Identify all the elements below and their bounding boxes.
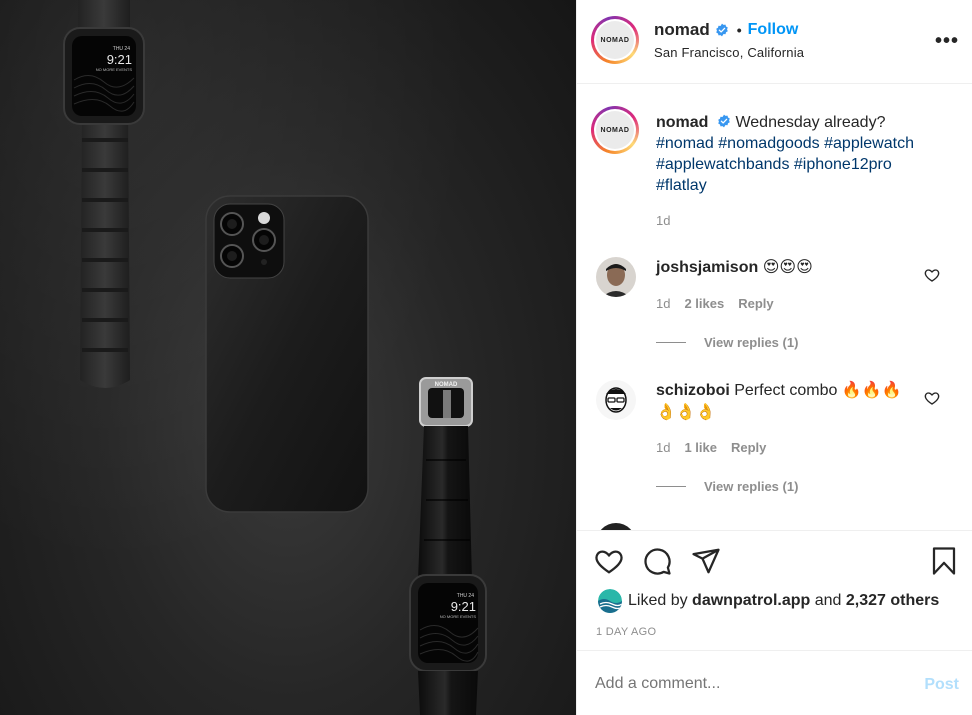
view-replies-label: View replies (1) (704, 479, 799, 494)
bookmark-icon[interactable] (929, 546, 959, 576)
post-timestamp[interactable]: 1 DAY AGO (596, 626, 656, 638)
liked-by-others[interactable]: 2,327 others (846, 592, 939, 610)
comment-reply-button[interactable]: Reply (731, 440, 766, 455)
caption-text: nomad Wednesday already? #nomad #nomadgo… (656, 112, 956, 196)
author-avatar-logo: NOMAD (596, 21, 634, 59)
caption-hashtags-line2[interactable]: #applewatchbands #iphone12pro (656, 156, 892, 173)
comment-time: 1d (656, 440, 671, 455)
comment-text: schizoboi Perfect combo 🔥🔥🔥 👌👌👌 (656, 380, 918, 424)
view-replies-divider (656, 342, 686, 343)
add-comment-bar: Post (577, 650, 972, 715)
commenter-avatar[interactable] (596, 257, 636, 297)
post-actions: Liked by dawnpatrol.app and 2,327 others… (577, 530, 972, 650)
liked-by-user[interactable]: dawnpatrol.app (692, 592, 810, 610)
liked-by-summary[interactable]: Liked by dawnpatrol.app and 2,327 others (598, 589, 939, 613)
commenter-avatar-partial[interactable] (596, 523, 636, 530)
comment-username[interactable]: joshsjamison (656, 259, 758, 276)
comments-section[interactable]: NOMAD nomad Wednesday already? #nomad #n… (577, 85, 972, 530)
post-detail-panel: NOMAD nomad • Follow San Francisco, Cali… (576, 0, 972, 715)
author-line: nomad • Follow (654, 20, 798, 40)
caption-verified-badge-icon (718, 114, 731, 128)
commenter-avatar[interactable] (596, 380, 636, 420)
caption-hashtags-line1[interactable]: #nomad #nomadgoods #applewatch (656, 135, 914, 152)
comment-text: joshsjamison 😍😍😍 (656, 257, 918, 279)
comment-input[interactable] (595, 675, 895, 693)
comment-like-heart-icon[interactable] (924, 390, 940, 406)
watch-bottom-time: 9:21 (451, 599, 476, 614)
watch-bottom-right: NOMAD THU 24 9:21 NO MORE EVENTS (409, 377, 487, 715)
post-photo-illustration: THU 24 9:21 NO MORE EVENTS NOMAD THU 24 … (63, 0, 487, 715)
comment-like-heart-icon[interactable] (924, 267, 940, 283)
watch-top-time: 9:21 (107, 52, 132, 67)
comment-meta: 1d 2 likes Reply (656, 296, 774, 311)
phone-case (205, 195, 369, 513)
watch-top-left: THU 24 9:21 NO MORE EVENTS (63, 0, 145, 388)
view-replies-button[interactable]: View replies (1) (656, 335, 798, 350)
comment-likes-count[interactable]: 1 like (684, 440, 717, 455)
comment-username[interactable]: schizoboi (656, 382, 730, 399)
caption-username[interactable]: nomad (656, 114, 708, 131)
view-replies-divider (656, 486, 686, 487)
comment-body: 😍😍😍 (762, 259, 813, 276)
author-avatar[interactable]: NOMAD (591, 16, 639, 64)
liker-avatar-logo (598, 589, 622, 613)
follow-button[interactable]: Follow (748, 21, 799, 39)
verified-badge-icon (715, 23, 728, 37)
caption-hashtags-line3[interactable]: #flatlay (656, 177, 707, 194)
share-icon[interactable] (691, 546, 721, 576)
post-header: NOMAD nomad • Follow San Francisco, Cali… (577, 0, 972, 84)
liked-by-prefix: Liked by (628, 592, 688, 609)
caption-avatar-logo: NOMAD (596, 111, 634, 149)
watch-bottom-subtext: NO MORE EVENTS (440, 614, 477, 619)
comment-meta: 1d 1 like Reply (656, 440, 766, 455)
comment-reply-button[interactable]: Reply (738, 296, 773, 311)
author-username[interactable]: nomad (654, 20, 710, 40)
comment-body: Perfect combo 🔥🔥🔥 (734, 382, 902, 399)
liked-by-and: and (814, 592, 842, 609)
heart-icon[interactable] (594, 546, 624, 576)
more-options-icon[interactable]: ••• (935, 30, 959, 53)
caption-body: Wednesday already? (735, 114, 886, 131)
comment-time: 1d (656, 296, 671, 311)
view-replies-label: View replies (1) (704, 335, 799, 350)
separator-dot: • (736, 22, 742, 38)
caption-time: 1d (656, 213, 671, 228)
comment-icon[interactable] (642, 546, 672, 576)
caption-avatar[interactable]: NOMAD (591, 106, 639, 154)
buckle-brand: NOMAD (435, 382, 458, 388)
watch-top-subtext: NO MORE EVENTS (96, 67, 133, 72)
post-location[interactable]: San Francisco, California (654, 45, 804, 60)
commenter-avatar-photo (596, 257, 636, 297)
commenter-avatar-drawing (596, 380, 636, 420)
post-comment-button[interactable]: Post (924, 676, 959, 694)
comment-body-line2: 👌👌👌 (656, 404, 716, 421)
view-replies-button[interactable]: View replies (1) (656, 479, 798, 494)
comment-likes-count[interactable]: 2 likes (684, 296, 724, 311)
liker-avatar[interactable] (598, 589, 622, 613)
post-image[interactable]: THU 24 9:21 NO MORE EVENTS NOMAD THU 24 … (0, 0, 576, 715)
